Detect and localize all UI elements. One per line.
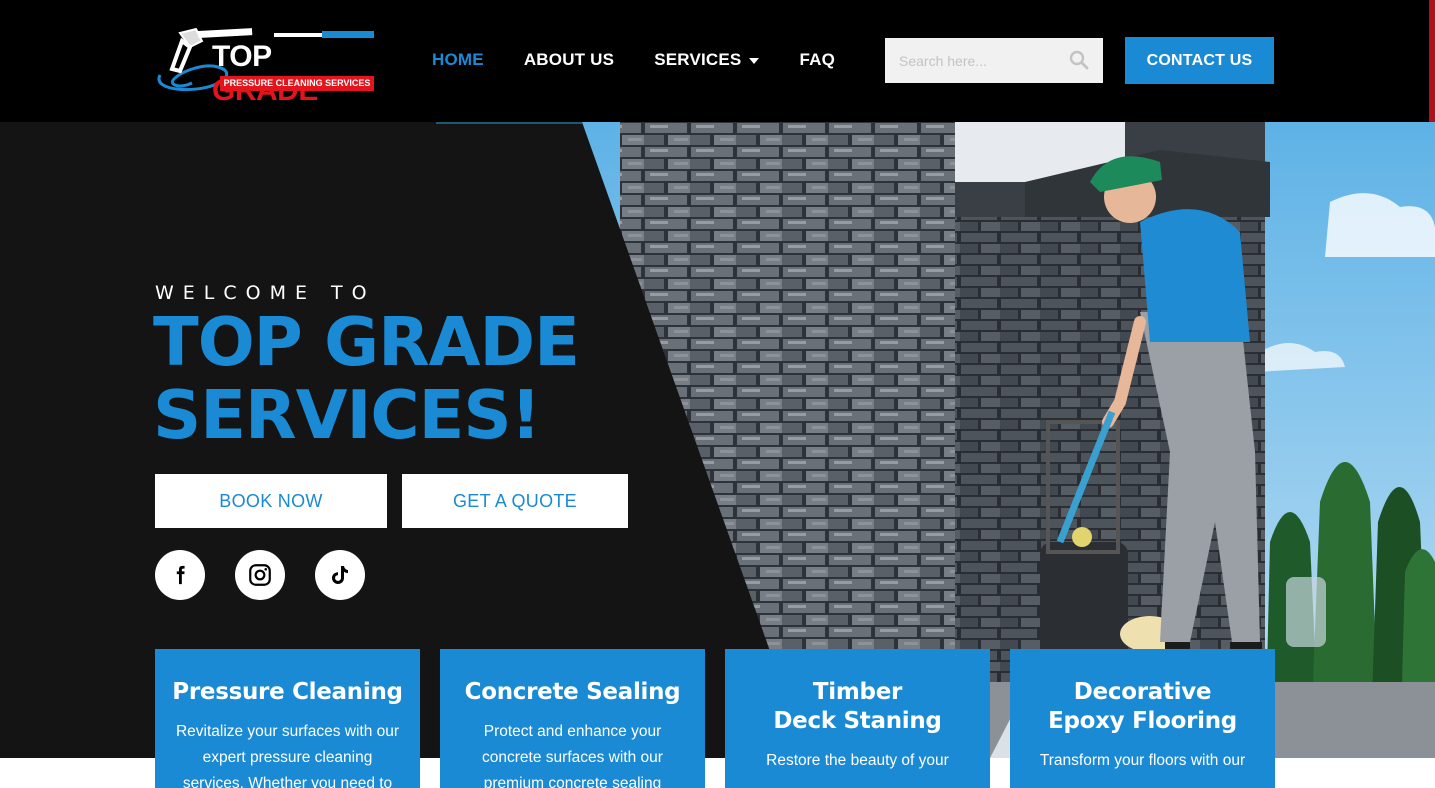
facebook-icon (176, 565, 185, 585)
contact-us-button[interactable]: CONTACT US (1125, 37, 1274, 84)
service-card-pressure-cleaning[interactable]: Pressure Cleaning Revitalize your surfac… (155, 649, 420, 788)
tiktok-icon (332, 566, 348, 584)
search-box (885, 38, 1103, 83)
service-card-timber-deck-staining[interactable]: Timber Deck Staning Restore the beauty of… (725, 649, 990, 788)
hero-headline: TOP GRADE SERVICES! (153, 303, 580, 454)
nav-services[interactable]: SERVICES (654, 50, 760, 70)
service-title: Pressure Cleaning (155, 649, 420, 707)
service-description: Transform your floors with our (1039, 752, 1246, 769)
nav-services-label: SERVICES (654, 50, 742, 69)
service-description: Revitalize your surfaces with our expert… (175, 723, 400, 788)
service-card-decorative-epoxy-flooring[interactable]: Decorative Epoxy Flooring Transform your … (1010, 649, 1275, 788)
tiktok-link[interactable] (315, 550, 365, 600)
chevron-down-icon (749, 57, 760, 64)
service-description: Restore the beauty of your (766, 752, 949, 769)
nav-about-us[interactable]: ABOUT US (524, 50, 614, 70)
nav-home[interactable]: HOME (432, 50, 484, 70)
search-input[interactable] (885, 38, 1065, 83)
main-nav: HOME ABOUT US SERVICES FAQ (432, 50, 835, 70)
hero-headline-line1: TOP GRADE (153, 303, 580, 381)
service-title-line1: Pressure Cleaning (172, 679, 403, 705)
brand-logo[interactable]: TOP GRADE PRESSURE CLEANING SERVICES (154, 27, 376, 107)
facebook-link[interactable] (155, 550, 205, 600)
logo-tagline: PRESSURE CLEANING SERVICES (220, 76, 374, 91)
instagram-icon (249, 564, 271, 586)
site-header: TOP GRADE PRESSURE CLEANING SERVICES HOM… (0, 0, 1435, 122)
nav-faq[interactable]: FAQ (799, 50, 835, 70)
service-title-line2: Deck Staning (773, 708, 942, 734)
search-icon[interactable] (1069, 50, 1089, 70)
service-description: Protect and enhance your concrete surfac… (482, 723, 663, 788)
service-title: Concrete Sealing (440, 649, 705, 707)
hero-headline-line2: SERVICES! (153, 376, 541, 454)
service-title: Timber Deck Staning (725, 649, 990, 736)
service-title-line1: Decorative (1073, 679, 1212, 705)
service-title: Decorative Epoxy Flooring (1010, 649, 1275, 736)
logo-wordmark: TOP GRADE (212, 40, 318, 107)
book-now-button[interactable]: BOOK NOW (155, 474, 387, 528)
service-card-concrete-sealing[interactable]: Concrete Sealing Protect and enhance you… (440, 649, 705, 788)
service-title-line2: Epoxy Flooring (1048, 708, 1237, 734)
hero-accent-line (436, 122, 582, 124)
instagram-link[interactable] (235, 550, 285, 600)
header-edge-strip (1429, 0, 1435, 122)
hero-welcome: WELCOME TO (155, 282, 376, 304)
service-title-line1: Concrete Sealing (464, 679, 681, 705)
get-a-quote-button[interactable]: GET A QUOTE (402, 474, 628, 528)
service-title-line1: Timber (812, 679, 903, 705)
